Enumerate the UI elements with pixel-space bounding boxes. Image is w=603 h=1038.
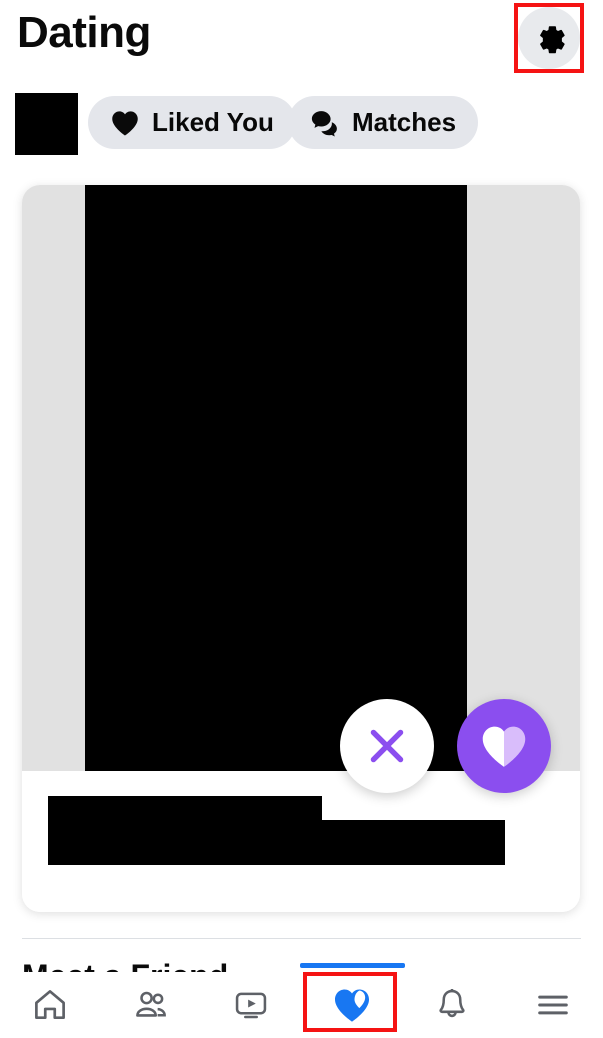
bell-icon bbox=[433, 986, 471, 1024]
nav-active-indicator bbox=[300, 963, 405, 968]
filter-row: Liked You Matches bbox=[0, 85, 603, 163]
split-heart-icon bbox=[332, 986, 372, 1024]
dating-screen: Dating Liked You Matches Meet a Friend bbox=[0, 0, 603, 1038]
split-heart-icon bbox=[110, 109, 140, 137]
dislike-button[interactable] bbox=[340, 699, 434, 793]
nav-video[interactable] bbox=[201, 972, 302, 1038]
chat-bubbles-icon bbox=[310, 109, 340, 137]
settings-highlight-box bbox=[514, 3, 584, 73]
x-icon bbox=[362, 721, 412, 771]
like-button[interactable] bbox=[457, 699, 551, 793]
profile-photo[interactable] bbox=[22, 185, 580, 771]
app-header: Dating bbox=[0, 0, 603, 75]
matches-label: Matches bbox=[352, 107, 457, 137]
section-divider bbox=[22, 938, 581, 939]
profile-details bbox=[48, 820, 505, 865]
hamburger-menu-icon bbox=[534, 986, 572, 1024]
liked-you-label: Liked You bbox=[152, 107, 274, 137]
nav-home[interactable] bbox=[0, 972, 101, 1038]
profile-card[interactable] bbox=[22, 185, 580, 912]
matches-pill[interactable]: Matches bbox=[288, 96, 479, 149]
nav-dating[interactable] bbox=[302, 972, 403, 1038]
nav-menu[interactable] bbox=[503, 972, 603, 1038]
split-heart-icon bbox=[479, 721, 529, 771]
nav-notifications[interactable] bbox=[402, 972, 503, 1038]
photo-redaction bbox=[85, 185, 467, 771]
liked-you-pill[interactable]: Liked You bbox=[88, 96, 296, 149]
home-icon bbox=[31, 986, 69, 1024]
video-play-icon bbox=[232, 986, 270, 1024]
friends-icon bbox=[132, 986, 170, 1024]
avatar[interactable] bbox=[15, 93, 78, 155]
bottom-navigation bbox=[0, 972, 603, 1038]
page-title: Dating bbox=[17, 8, 151, 57]
nav-friends[interactable] bbox=[101, 972, 202, 1038]
